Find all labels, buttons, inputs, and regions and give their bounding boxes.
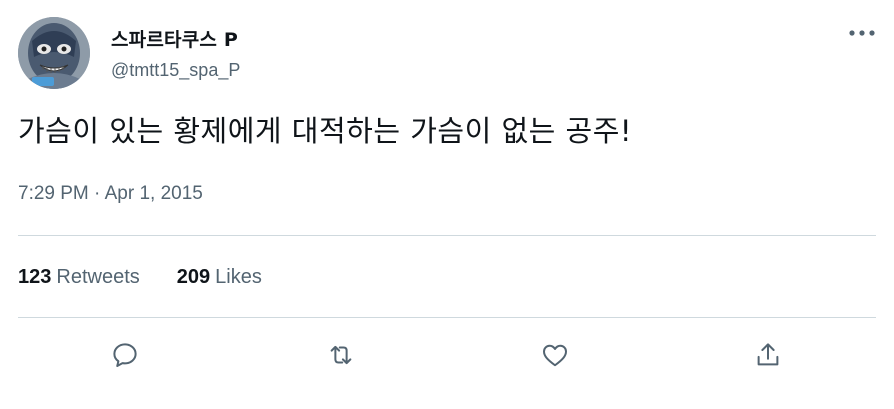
heart-icon <box>543 344 567 367</box>
share-icon <box>757 343 779 366</box>
like-button[interactable] <box>535 335 575 375</box>
likes-label: Likes <box>215 266 262 288</box>
retweet-icon <box>330 345 352 365</box>
display-name[interactable]: 스파르타쿠스 P <box>111 25 238 52</box>
avatar[interactable] <box>18 17 90 89</box>
more-horizontal-icon <box>849 30 875 36</box>
tweet-timestamp: 7:29 PM · Apr 1, 2015 <box>18 183 203 205</box>
reply-icon <box>113 343 137 367</box>
retweets-count: 123 <box>18 266 52 288</box>
retweets-label: Retweets <box>56 266 140 288</box>
divider-top <box>18 235 876 236</box>
timestamp-separator: · <box>94 183 101 204</box>
likes-count: 209 <box>176 266 211 288</box>
tweet-text: 가슴이 있는 황제에게 대적하는 가슴이 없는 공주! <box>18 114 633 148</box>
tweet-time-link[interactable]: 7:29 PM <box>18 183 89 204</box>
likes-stat[interactable]: 209 Likes <box>177 266 262 289</box>
reply-button[interactable] <box>105 335 145 375</box>
retweet-button[interactable] <box>321 335 361 375</box>
user-handle[interactable]: @tmtt15_spa_P <box>111 60 240 81</box>
more-options-button[interactable] <box>846 20 878 46</box>
divider-bottom <box>18 317 876 318</box>
tweet-actions <box>0 335 894 375</box>
share-button[interactable] <box>748 335 788 375</box>
tweet-stats: 123 Retweets 209 Likes <box>18 266 299 289</box>
retweets-stat[interactable]: 123 Retweets <box>18 266 140 289</box>
tweet-date-link[interactable]: Apr 1, 2015 <box>105 183 203 204</box>
masked-man-avatar-icon <box>18 17 90 89</box>
